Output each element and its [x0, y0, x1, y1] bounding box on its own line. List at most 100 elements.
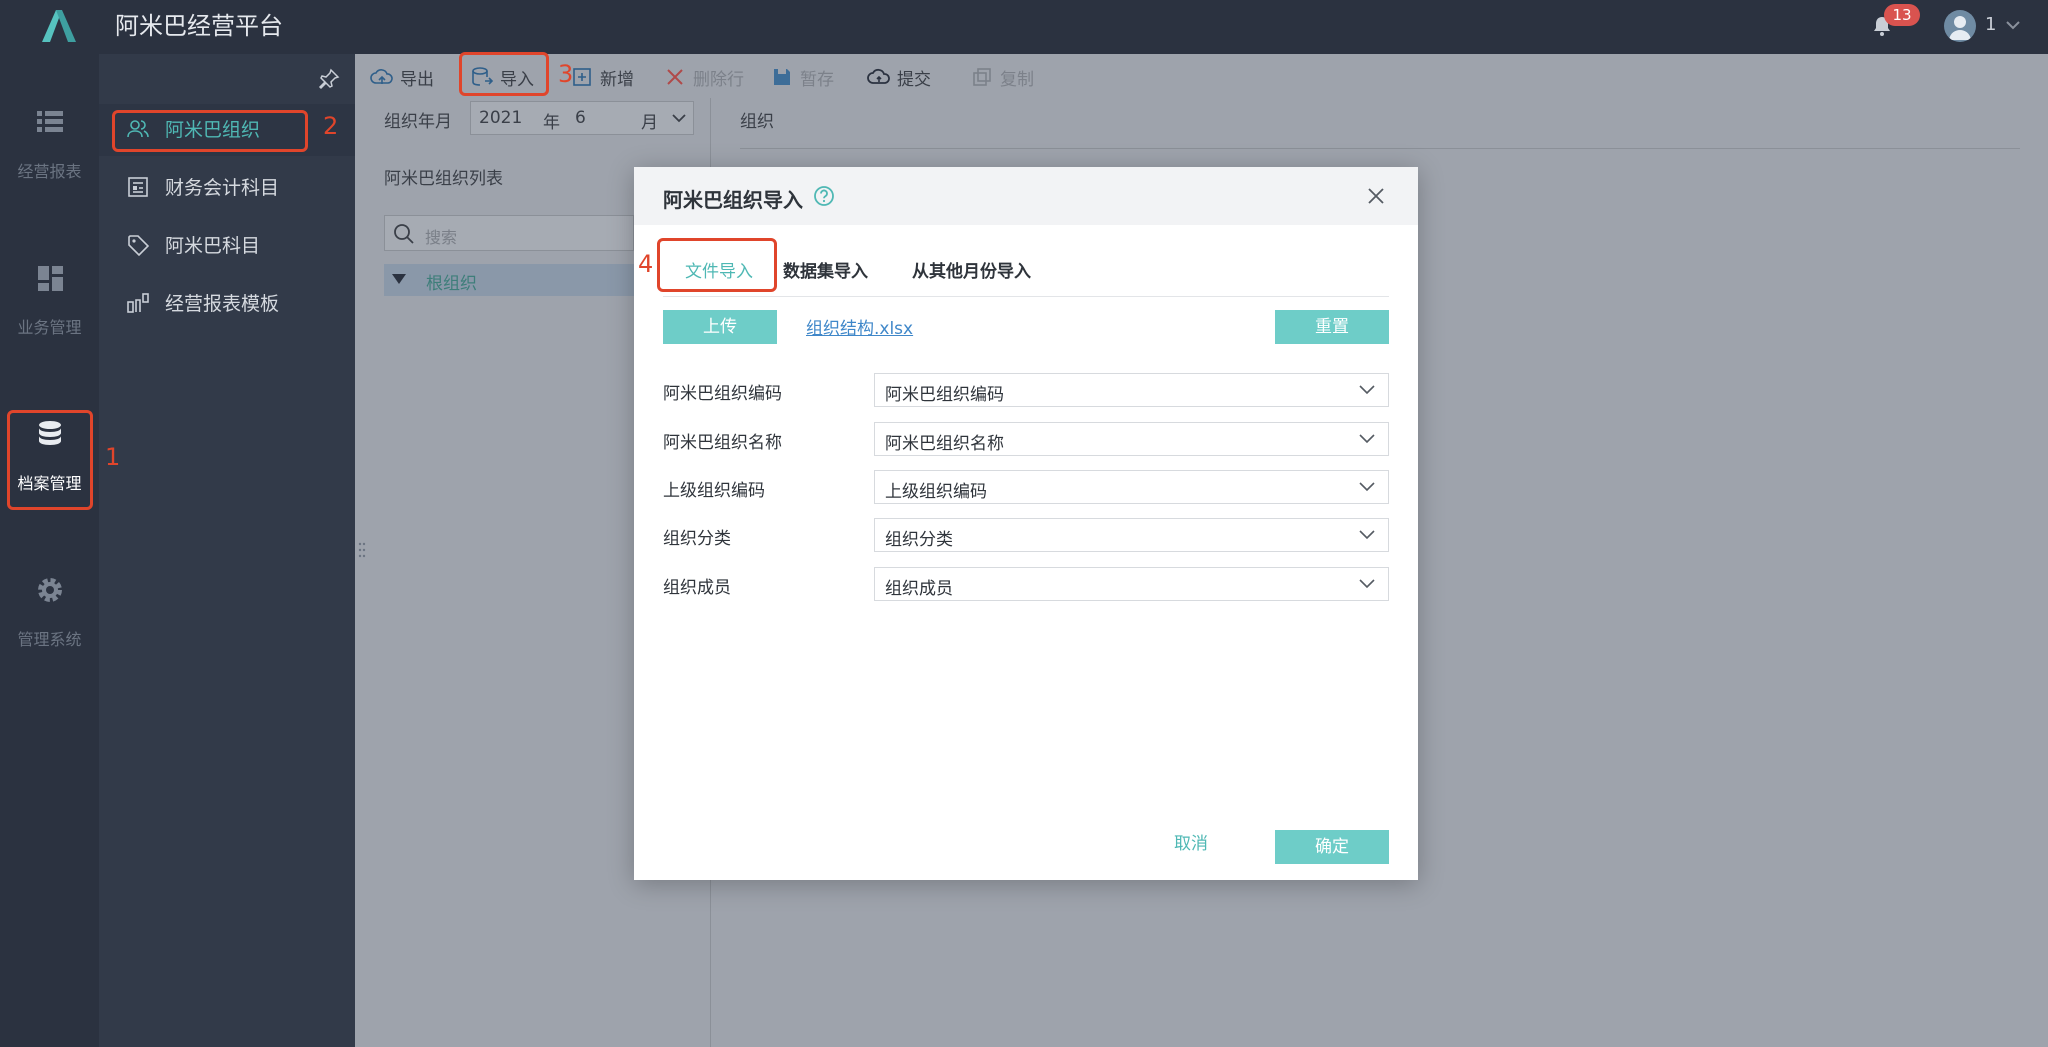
- users-icon: [127, 120, 149, 138]
- field-label: 阿米巴组织编码: [663, 384, 782, 404]
- field-row-org-members: 组织成员 组织成员: [663, 567, 1389, 601]
- search-placeholder: 搜索: [425, 228, 458, 247]
- field-row-org-name: 阿米巴组织名称 阿米巴组织名称: [663, 422, 1389, 456]
- sub-item-amoeba-subject[interactable]: 阿米巴科目: [99, 220, 355, 272]
- step-number-3: 3: [558, 60, 574, 88]
- add-label: 新增: [600, 69, 634, 90]
- nav-item-label: 档案管理: [17, 474, 82, 493]
- sub-item-label: 财务会计科目: [165, 177, 280, 199]
- org-members-select[interactable]: 组织成员: [874, 567, 1389, 601]
- field-row-parent-code: 上级组织编码 上级组织编码: [663, 470, 1389, 504]
- drag-handle-icon[interactable]: [358, 540, 366, 560]
- close-icon: [667, 69, 683, 85]
- dialog-header: 阿米巴组织导入: [634, 167, 1418, 225]
- org-month-picker[interactable]: 2021 年 6 月: [470, 101, 694, 135]
- sub-item-report-template[interactable]: 经营报表模板: [99, 278, 355, 330]
- year-value: 2021: [479, 108, 523, 128]
- copy-button[interactable]: 复制: [970, 64, 1034, 90]
- user-name[interactable]: 1: [1985, 14, 1996, 35]
- delete-row-button[interactable]: 删除行: [663, 64, 744, 90]
- uploaded-file-link[interactable]: 组织结构.xlsx: [806, 314, 913, 339]
- field-label: 组织成员: [663, 578, 731, 598]
- tab-dataset-import[interactable]: 数据集导入: [783, 257, 868, 282]
- chevron-down-icon[interactable]: [2004, 18, 2022, 32]
- pin-icon[interactable]: [318, 68, 340, 90]
- tree-node-label: 根组织: [426, 274, 477, 294]
- chevron-down-icon: [1359, 434, 1375, 444]
- user-icon: [1949, 16, 1971, 40]
- import-tabs: 文件导入 数据集导入 从其他月份导入: [663, 237, 1389, 297]
- import-label: 导入: [500, 69, 534, 90]
- sub-item-label: 经营报表模板: [165, 293, 280, 315]
- org-category-select[interactable]: 组织分类: [874, 518, 1389, 552]
- cloud-submit-icon: [867, 68, 890, 84]
- top-bar: 阿米巴经营平台 13 1: [0, 0, 2048, 54]
- close-icon[interactable]: [1365, 185, 1387, 207]
- nav-item-label: 管理系统: [17, 630, 82, 649]
- tree-node-root[interactable]: 根组织: [384, 264, 634, 296]
- database-icon: [39, 421, 61, 445]
- nav-item-label: 经营报表: [17, 162, 82, 181]
- select-value: 阿米巴组织名称: [885, 434, 1004, 454]
- tab-file-import[interactable]: 文件导入: [685, 257, 753, 282]
- ledger-icon: [128, 177, 148, 197]
- nav-item-system[interactable]: 管理系统: [0, 566, 99, 666]
- caret-down-icon[interactable]: [392, 274, 406, 284]
- nav-item-reports[interactable]: 经营报表: [0, 98, 99, 198]
- add-button[interactable]: 新增: [570, 64, 634, 90]
- year-unit: 年: [543, 113, 560, 133]
- upload-button[interactable]: 上传: [663, 310, 777, 344]
- sub-item-accounting[interactable]: 财务会计科目: [99, 162, 355, 214]
- export-button[interactable]: 导出: [370, 64, 434, 90]
- select-value: 组织成员: [885, 579, 953, 599]
- template-icon: [127, 293, 149, 313]
- tag-icon: [128, 235, 149, 256]
- nav-item-archive[interactable]: 档案管理: [0, 410, 99, 510]
- field-label: 上级组织编码: [663, 481, 765, 501]
- step-number-2: 2: [323, 112, 339, 140]
- sub-item-label: 阿米巴科目: [165, 235, 261, 257]
- app-title: 阿米巴经营平台: [115, 12, 283, 40]
- database-import-icon: [472, 67, 494, 86]
- cancel-button[interactable]: 取消: [1174, 829, 1208, 854]
- plus-square-icon: [573, 68, 591, 86]
- dashboard-icon: [38, 266, 63, 291]
- avatar[interactable]: [1944, 10, 1976, 42]
- sub-item-label: 阿米巴组织: [165, 119, 261, 141]
- tab-month-import[interactable]: 从其他月份导入: [912, 257, 1031, 282]
- select-value: 阿米巴组织编码: [885, 385, 1004, 405]
- copy-label: 复制: [1000, 69, 1034, 90]
- parent-code-select[interactable]: 上级组织编码: [874, 470, 1389, 504]
- nav-item-business[interactable]: 业务管理: [0, 254, 99, 354]
- month-unit: 月: [641, 113, 658, 133]
- notification-badge: 13: [1884, 4, 1920, 26]
- sub-item-amoeba-org[interactable]: 阿米巴组织: [99, 104, 355, 156]
- gear-icon: [38, 578, 62, 602]
- chevron-down-icon: [1359, 482, 1375, 492]
- help-icon[interactable]: [813, 185, 835, 207]
- submit-button[interactable]: 提交: [867, 64, 931, 90]
- select-value: 上级组织编码: [885, 482, 987, 502]
- list-icon: [37, 111, 63, 132]
- nav-item-label: 业务管理: [17, 318, 82, 337]
- org-list-title: 阿米巴组织列表: [384, 169, 503, 189]
- confirm-button[interactable]: 确定: [1275, 830, 1389, 864]
- step-number-4: 4: [638, 250, 654, 278]
- step-number-1: 1: [105, 443, 121, 471]
- import-button[interactable]: 导入: [470, 64, 534, 90]
- chevron-down-icon: [1359, 579, 1375, 589]
- org-name-select[interactable]: 阿米巴组织名称: [874, 422, 1389, 456]
- chevron-down-icon: [672, 114, 686, 123]
- toolbar: 导出 导入 新增 删除行 暂存 提交 复制: [355, 54, 2048, 98]
- org-code-select[interactable]: 阿米巴组织编码: [874, 373, 1389, 407]
- export-label: 导出: [400, 69, 434, 90]
- select-value: 组织分类: [885, 530, 953, 550]
- submit-label: 提交: [897, 69, 931, 90]
- org-search-input[interactable]: 搜索: [384, 215, 634, 251]
- save-draft-button[interactable]: 暂存: [770, 64, 834, 90]
- delete-row-label: 删除行: [693, 69, 744, 90]
- reset-button[interactable]: 重置: [1275, 310, 1389, 344]
- field-row-org-code: 阿米巴组织编码 阿米巴组织编码: [663, 373, 1389, 407]
- save-icon: [774, 69, 790, 85]
- chevron-down-icon: [1359, 385, 1375, 395]
